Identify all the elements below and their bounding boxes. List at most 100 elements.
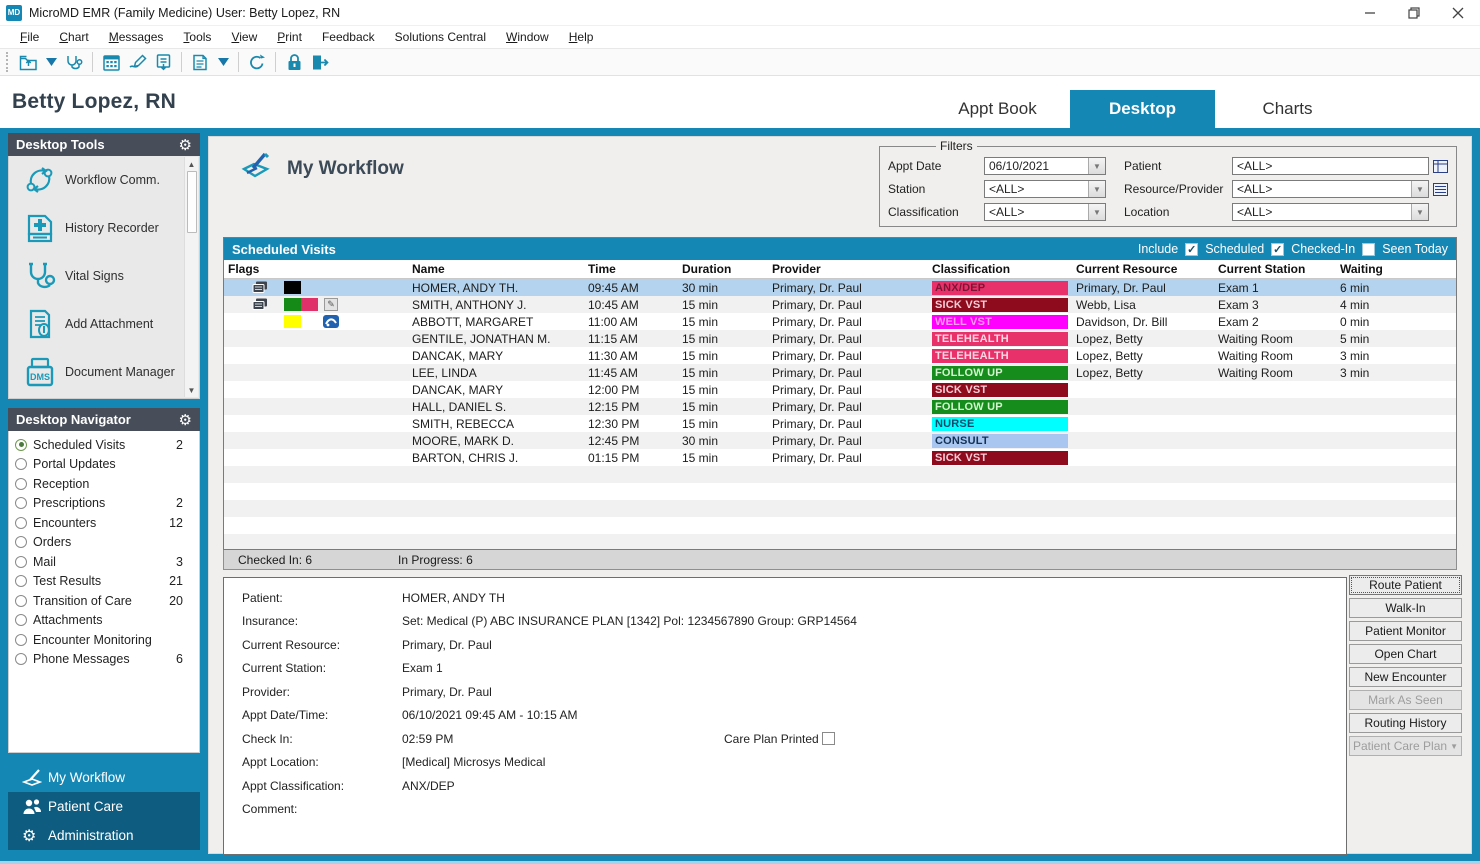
resource-lookup-icon[interactable]	[1432, 182, 1448, 197]
restore-button[interactable]	[1392, 0, 1436, 26]
radio-icon[interactable]	[15, 556, 27, 568]
exit-icon[interactable]	[307, 50, 333, 74]
column-header-time[interactable]: Time	[584, 260, 678, 278]
chevron-down-icon[interactable]: ▼	[1088, 158, 1105, 174]
radio-selected-icon[interactable]	[15, 439, 27, 451]
lock-icon[interactable]	[281, 50, 307, 74]
bottom-nav-patient-care[interactable]: Patient Care	[8, 792, 200, 821]
column-header-waiting[interactable]: Waiting	[1336, 260, 1456, 278]
menu-item-view[interactable]: View	[221, 28, 267, 46]
route-patient-button[interactable]: Route Patient	[1349, 575, 1462, 595]
sidebar-item-orders[interactable]: Orders	[15, 533, 193, 553]
column-header-provider[interactable]: Provider	[768, 260, 928, 278]
column-header-duration[interactable]: Duration	[678, 260, 768, 278]
import-document-icon[interactable]	[150, 50, 176, 74]
tab-appt-book[interactable]: Appt Book	[925, 90, 1070, 128]
sidebar-item-transition-of-care[interactable]: Transition of Care20	[15, 591, 193, 611]
resource-provider-select[interactable]: <ALL> ▼	[1232, 180, 1429, 198]
calendar-icon[interactable]	[98, 50, 124, 74]
sidebar-item-encounters[interactable]: Encounters12	[15, 513, 193, 533]
radio-icon[interactable]	[15, 517, 27, 529]
scroll-down-icon[interactable]: ▼	[188, 383, 196, 397]
menu-item-window[interactable]: Window	[496, 28, 559, 46]
sidebar-item-encounter-monitoring[interactable]: Encounter Monitoring	[15, 630, 193, 650]
tool-item-document-manager[interactable]: DMSDocument Manager	[9, 348, 199, 396]
tools-scrollbar[interactable]: ▲ ▼	[184, 157, 198, 397]
toolbar-grip[interactable]	[6, 52, 11, 72]
column-header-current-resource[interactable]: Current Resource	[1072, 260, 1214, 278]
patient-monitor-button[interactable]: Patient Monitor	[1349, 621, 1462, 641]
tab-charts[interactable]: Charts	[1215, 90, 1360, 128]
column-header-flags[interactable]: Flags	[224, 260, 408, 278]
radio-icon[interactable]	[15, 458, 27, 470]
sidebar-item-reception[interactable]: Reception	[15, 474, 193, 494]
sidebar-item-mail[interactable]: Mail3	[15, 552, 193, 572]
chevron-down-icon[interactable]: ▼	[1411, 181, 1428, 197]
menu-item-chart[interactable]: Chart	[49, 28, 98, 46]
table-row[interactable]: MOORE, MARK D.12:45 PM30 minPrimary, Dr.…	[224, 432, 1456, 449]
sidebar-item-test-results[interactable]: Test Results21	[15, 572, 193, 592]
menu-item-solutions-central[interactable]: Solutions Central	[385, 28, 496, 46]
table-row[interactable]: BARTON, CHRIS J.01:15 PM15 minPrimary, D…	[224, 449, 1456, 466]
menu-item-feedback[interactable]: Feedback	[312, 28, 385, 46]
document-note-icon[interactable]	[187, 50, 213, 74]
table-row[interactable]: HALL, DANIEL S.12:15 PM15 minPrimary, Dr…	[224, 398, 1456, 415]
column-header-classification[interactable]: Classification	[928, 260, 1072, 278]
scrollbar-thumb[interactable]	[187, 171, 197, 233]
patient-lookup-icon[interactable]	[1432, 159, 1448, 174]
menu-item-help[interactable]: Help	[559, 28, 604, 46]
stethoscope-icon[interactable]	[61, 50, 87, 74]
table-row[interactable]: GENTILE, JONATHAN M.11:15 AM15 minPrimar…	[224, 330, 1456, 347]
radio-icon[interactable]	[15, 575, 27, 587]
table-row[interactable]: DANCAK, MARY11:30 AM15 minPrimary, Dr. P…	[224, 347, 1456, 364]
table-row[interactable]: SMITH, REBECCA12:30 PM15 minPrimary, Dr.…	[224, 415, 1456, 432]
chevron-down-icon[interactable]: ▼	[1088, 181, 1105, 197]
table-row[interactable]: ABBOTT, MARGARET11:00 AM15 minPrimary, D…	[224, 313, 1456, 330]
gear-icon[interactable]: ⚙	[179, 411, 192, 429]
care-plan-printed-checkbox[interactable]	[822, 732, 835, 745]
appt-date-input[interactable]: 06/10/2021 ▼	[984, 157, 1106, 175]
refresh-icon[interactable]	[244, 50, 270, 74]
classification-select[interactable]: <ALL> ▼	[984, 203, 1106, 221]
table-row[interactable]: LEE, LINDA11:45 AM15 minPrimary, Dr. Pau…	[224, 364, 1456, 381]
open-chart-button[interactable]: Open Chart	[1349, 644, 1462, 664]
minimize-button[interactable]	[1348, 0, 1392, 26]
sidebar-item-phone-messages[interactable]: Phone Messages6	[15, 650, 193, 670]
chevron-down-icon[interactable]: ▼	[1088, 204, 1105, 220]
tool-item-workflow-comm-[interactable]: Workflow Comm.	[9, 156, 199, 204]
radio-icon[interactable]	[15, 634, 27, 646]
radio-icon[interactable]	[15, 614, 27, 626]
tab-desktop[interactable]: Desktop	[1070, 90, 1215, 128]
station-select[interactable]: <ALL> ▼	[984, 180, 1106, 198]
sidebar-item-attachments[interactable]: Attachments	[15, 611, 193, 631]
menu-item-messages[interactable]: Messages	[99, 28, 174, 46]
bottom-nav-my-workflow[interactable]: My Workflow	[8, 762, 200, 792]
location-select[interactable]: <ALL> ▼	[1232, 203, 1429, 221]
table-row[interactable]: HOMER, ANDY TH.09:45 AM30 minPrimary, Dr…	[224, 279, 1456, 296]
sidebar-item-scheduled-visits[interactable]: Scheduled Visits2	[15, 435, 193, 455]
open-chart-icon[interactable]	[15, 50, 41, 74]
radio-icon[interactable]	[15, 595, 27, 607]
table-row[interactable]: ✎SMITH, ANTHONY J.10:45 AM15 minPrimary,…	[224, 296, 1456, 313]
checkbox-scheduled[interactable]: ✓	[1185, 243, 1198, 256]
sign-icon[interactable]	[124, 50, 150, 74]
column-header-current-station[interactable]: Current Station	[1214, 260, 1336, 278]
routing-history-button[interactable]: Routing History	[1349, 713, 1462, 733]
radio-icon[interactable]	[15, 536, 27, 548]
patient-input[interactable]: <ALL>	[1232, 157, 1429, 175]
sidebar-item-prescriptions[interactable]: Prescriptions2	[15, 494, 193, 514]
menu-item-file[interactable]: File	[10, 28, 49, 46]
bottom-nav-administration[interactable]: ⚙Administration	[8, 821, 200, 850]
menu-item-print[interactable]: Print	[267, 28, 312, 46]
scroll-up-icon[interactable]: ▲	[188, 157, 196, 171]
tool-item-vital-signs[interactable]: Vital Signs	[9, 252, 199, 300]
radio-icon[interactable]	[15, 497, 27, 509]
menu-item-tools[interactable]: Tools	[173, 28, 221, 46]
sidebar-item-portal-updates[interactable]: Portal Updates	[15, 455, 193, 475]
new-encounter-button[interactable]: New Encounter	[1349, 667, 1462, 687]
tool-item-add-attachment[interactable]: Add Attachment	[9, 300, 199, 348]
checkbox-seen-today[interactable]	[1362, 243, 1375, 256]
gear-icon[interactable]: ⚙	[179, 136, 192, 154]
dropdown-arrow-icon[interactable]	[41, 50, 61, 74]
walk-in-button[interactable]: Walk-In	[1349, 598, 1462, 618]
